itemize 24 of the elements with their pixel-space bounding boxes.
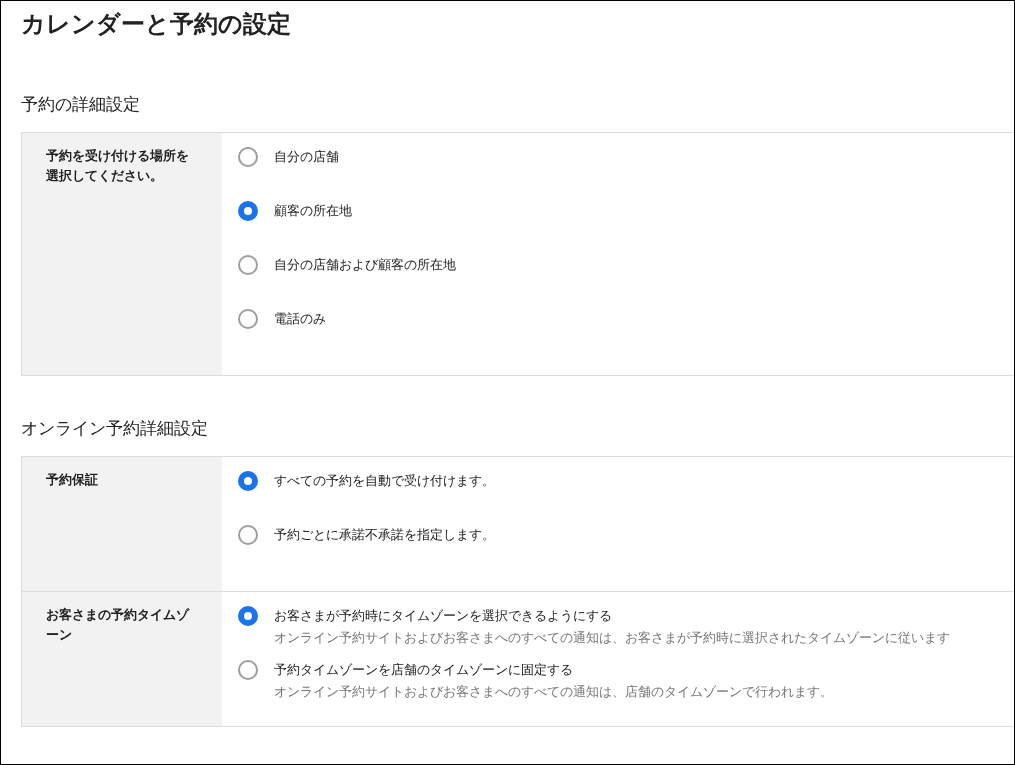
- option-label: 自分の店舗: [274, 148, 339, 166]
- radio-button[interactable]: [238, 147, 258, 167]
- setting-label: 予約保証: [22, 457, 222, 591]
- radio-button[interactable]: [238, 201, 258, 221]
- radio-button[interactable]: [238, 255, 258, 275]
- option-label: 自分の店舗および顧客の所在地: [274, 256, 456, 274]
- option-description: オンライン予約サイトおよびお客さまへのすべての通知は、店舗のタイムゾーンで行われます。: [274, 683, 833, 701]
- option-label: 予約タイムゾーンを店舗のタイムゾーンに固定する: [274, 661, 574, 679]
- option-label: 顧客の所在地: [274, 202, 352, 220]
- option-label: お客さまが予約時にタイムゾーンを選択できるようにする: [274, 607, 613, 625]
- radio-button[interactable]: [238, 606, 258, 626]
- option-label: すべての予約を自動で受け付けます。: [274, 472, 495, 490]
- page-title: カレンダーと予約の設定: [21, 9, 292, 40]
- radio-button[interactable]: [238, 309, 258, 329]
- radio-button[interactable]: [238, 471, 258, 491]
- option-label: 電話のみ: [274, 310, 326, 328]
- section-heading: 予約の詳細設定: [21, 93, 141, 116]
- radio-button[interactable]: [238, 660, 258, 680]
- option-label: 予約ごとに承諾不承諾を指定します。: [274, 526, 495, 544]
- setting-label: お客さまの予約タイムゾーン: [22, 592, 222, 726]
- setting-label: 予約を受け付ける場所を選択してください。: [22, 133, 222, 375]
- option-description: オンライン予約サイトおよびお客さまへのすべての通知は、お客さまが予約時に選択されたタイムゾーンに従います: [274, 629, 950, 647]
- section-heading: オンライン予約詳細設定: [21, 417, 209, 440]
- radio-button[interactable]: [238, 525, 258, 545]
